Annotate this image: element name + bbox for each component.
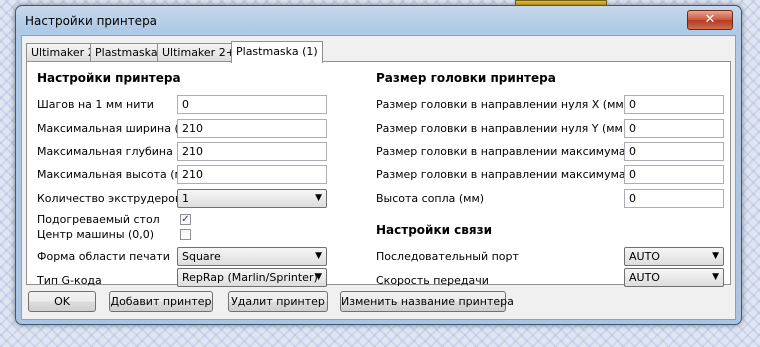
close-button[interactable]: ✕ — [687, 10, 733, 30]
machine-center-checkbox[interactable] — [180, 229, 191, 240]
checkmark-icon: ✓ — [181, 214, 190, 225]
head-size-xmin-label: Размер головки в направлении нуля X (мм) — [376, 98, 628, 111]
tab-plastmaska-1[interactable]: Plastmaska (1) — [231, 41, 323, 63]
chevron-down-icon: ▼ — [315, 193, 322, 203]
gcode-type-value: RepRap (Marlin/Sprinter) — [182, 271, 318, 284]
chevron-down-icon: ▼ — [712, 251, 719, 261]
head-size-xmin-input[interactable]: 0 — [624, 95, 724, 114]
head-size-xmax-label: Размер головки в направлении максимума X… — [376, 145, 666, 158]
gcode-type-select[interactable]: RepRap (Marlin/Sprinter) ▼ — [177, 268, 327, 287]
heated-bed-checkbox[interactable]: ✓ — [180, 214, 191, 225]
head-size-xmax-input[interactable]: 0 — [624, 142, 724, 161]
ok-button[interactable]: OK — [28, 291, 96, 312]
chevron-down-icon: ▼ — [315, 272, 322, 282]
chevron-down-icon: ▼ — [315, 251, 322, 261]
printer-settings-panel: Настройки принтера Шагов на 1 мм нити 0 … — [26, 61, 731, 287]
baud-rate-select[interactable]: AUTO ▼ — [624, 268, 724, 287]
baud-rate-label: Скорость передачи — [376, 274, 489, 287]
max-height-label: Максимальная высота (мм) — [37, 168, 196, 181]
extruder-count-select[interactable]: 1 ▼ — [177, 189, 327, 208]
max-width-label: Максимальная ширина (мм) — [37, 122, 200, 135]
build-area-shape-value: Square — [182, 250, 221, 263]
tab-ultimaker-2[interactable]: Ultimaker 2 — [26, 43, 100, 62]
head-size-ymin-label: Размер головки в направлении нуля Y (мм) — [376, 122, 628, 135]
max-height-input[interactable]: 210 — [177, 165, 327, 184]
max-width-input[interactable]: 210 — [177, 119, 327, 138]
max-depth-input[interactable]: 210 — [177, 142, 327, 161]
steps-per-mm-input[interactable]: 0 — [177, 95, 327, 114]
title-bar[interactable]: Настройки принтера ✕ — [16, 6, 741, 34]
serial-port-value: AUTO — [629, 250, 660, 263]
machine-center-label: Центр машины (0,0) — [37, 228, 155, 241]
steps-per-mm-label: Шагов на 1 мм нити — [37, 98, 154, 111]
extruder-count-value: 1 — [182, 192, 189, 205]
serial-port-select[interactable]: AUTO ▼ — [624, 247, 724, 266]
head-size-ymax-input[interactable]: 0 — [624, 165, 724, 184]
nozzle-height-label: Высота сопла (мм) — [376, 192, 485, 205]
rename-printer-button[interactable]: Изменить название принтера — [340, 291, 514, 312]
window-title: Настройки принтера — [25, 14, 158, 28]
head-size-heading: Размер головки принтера — [376, 71, 556, 85]
close-icon: ✕ — [704, 12, 716, 27]
heated-bed-label: Подогреваемый стол — [37, 213, 160, 226]
build-area-shape-select[interactable]: Square ▼ — [177, 247, 327, 266]
nozzle-height-input[interactable]: 0 — [624, 189, 724, 208]
dialog-body: Ultimaker 2 Plastmaska Ultimaker 2+ Plas… — [21, 35, 736, 320]
communication-heading: Настройки связи — [376, 223, 492, 237]
build-area-shape-label: Форма области печати — [37, 250, 170, 263]
extruder-count-label: Количество экструдеров — [37, 192, 182, 205]
remove-printer-button[interactable]: Удалит принтер — [228, 291, 328, 312]
head-size-ymax-label: Размер головки в направлении максимума Y… — [376, 168, 665, 181]
serial-port-label: Последовательный порт — [376, 250, 519, 263]
head-size-ymin-input[interactable]: 0 — [624, 119, 724, 138]
chevron-down-icon: ▼ — [712, 272, 719, 282]
tab-plastmaska[interactable]: Plastmaska — [90, 43, 163, 62]
tab-ultimaker-2-plus[interactable]: Ultimaker 2+ — [157, 43, 240, 62]
gcode-type-label: Тип G-кода — [37, 274, 102, 287]
printer-settings-heading: Настройки принтера — [37, 71, 181, 85]
printer-settings-dialog: Настройки принтера ✕ Ultimaker 2 Plastma… — [15, 5, 742, 325]
baud-rate-value: AUTO — [629, 271, 660, 284]
add-printer-button[interactable]: Добавит принтер — [109, 291, 213, 312]
